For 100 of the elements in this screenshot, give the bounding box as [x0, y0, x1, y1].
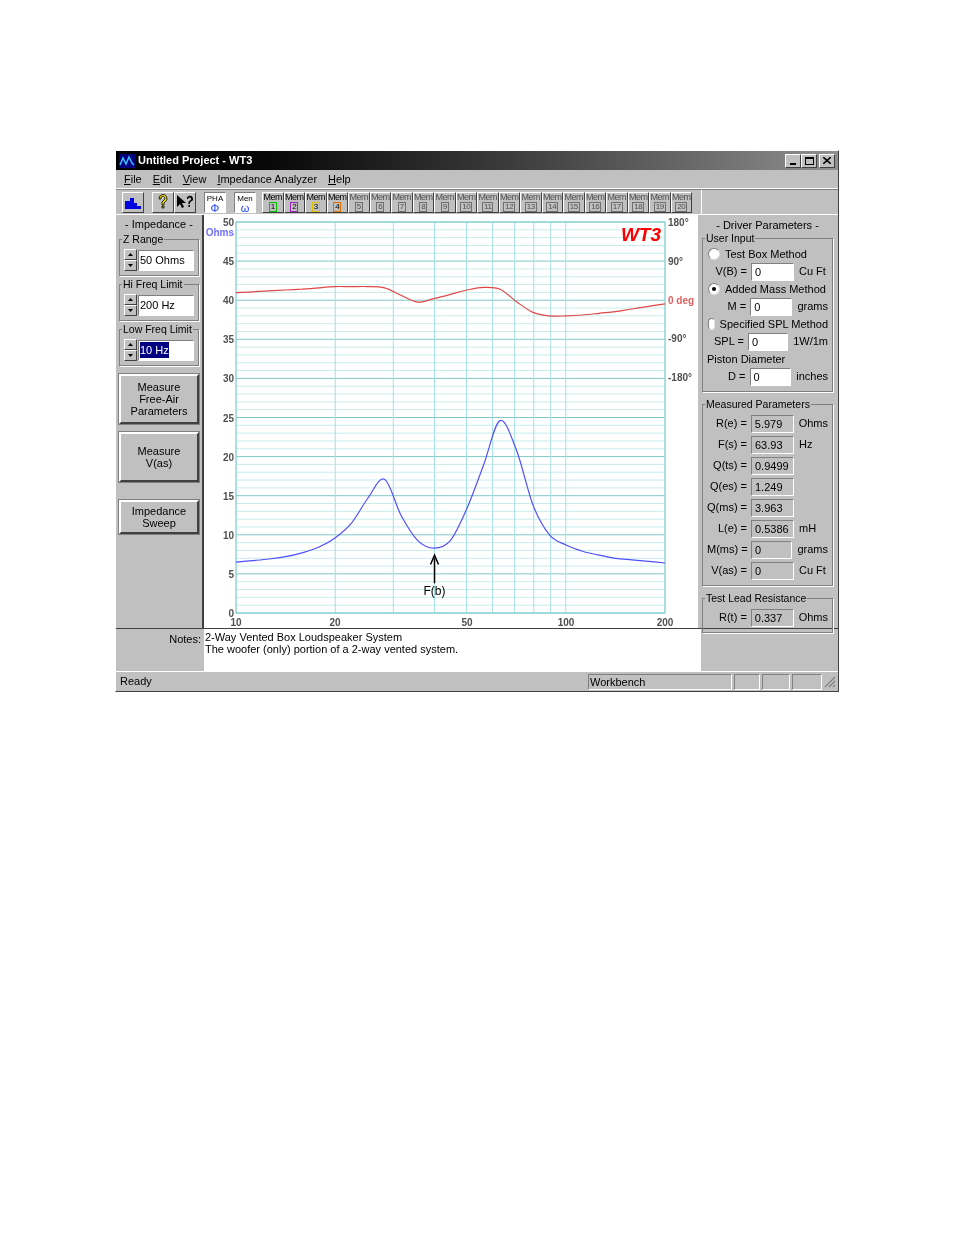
- toolbar-button[interactable]: [174, 191, 196, 213]
- notes-line: The woofer (only) portion of a 2-way vented system.: [205, 643, 460, 655]
- spinner-control[interactable]: [124, 249, 137, 271]
- input-field[interactable]: 0: [751, 262, 794, 281]
- field-label: F(s) =: [716, 437, 748, 453]
- maximize-button[interactable]: [801, 153, 817, 168]
- memory-button[interactable]: Mem 4: [326, 191, 348, 213]
- y-tick-label: 45: [222, 256, 234, 268]
- phase-tick-label: 0 deg: [668, 294, 695, 306]
- radio-button[interactable]: [708, 248, 720, 260]
- x-tick-label: 200: [656, 617, 674, 628]
- input-field[interactable]: 0: [749, 367, 792, 386]
- unit-label: Ohms: [797, 416, 828, 432]
- group-label: User Input: [705, 231, 756, 245]
- radio-button[interactable]: [708, 283, 720, 295]
- value-readout: 0: [751, 561, 794, 580]
- memory-button[interactable]: Mem 1: [262, 191, 284, 213]
- group-label: Measured Parameters: [705, 397, 811, 411]
- resize-grip-icon: [824, 675, 836, 688]
- value-readout: 0: [751, 540, 793, 559]
- unit-label: Hz: [798, 437, 813, 453]
- unit-label: 1W/1m: [792, 334, 828, 350]
- input-field[interactable]: 0: [747, 332, 789, 351]
- spinner-control[interactable]: [124, 294, 137, 316]
- phase-tick-label: 90°: [668, 255, 684, 267]
- minimize-button[interactable]: [785, 153, 801, 168]
- action-button[interactable]: Impedance Sweep: [119, 500, 199, 534]
- menu-item[interactable]: Impedance Analyzer: [217, 171, 318, 188]
- radio-option[interactable]: Test Box Method: [707, 247, 828, 261]
- x-tick-label: 100: [557, 617, 575, 628]
- panel-heading: - Impedance -: [124, 218, 194, 231]
- input-field[interactable]: 50 Ohms: [138, 249, 194, 271]
- mode-button[interactable]: PHA Φ: [204, 191, 226, 213]
- action-button[interactable]: Measure Free-Air Parameters: [119, 374, 199, 424]
- x-tick-label: 10: [230, 617, 242, 628]
- group-label: Test Lead Resistance: [705, 591, 808, 605]
- radio-button[interactable]: [708, 318, 715, 330]
- value-readout: 3.963: [751, 498, 794, 517]
- up-arrow-icon: [128, 253, 133, 256]
- spinner-control[interactable]: [124, 339, 137, 361]
- logo: WT3: [620, 224, 661, 245]
- mode-button[interactable]: Men ω: [234, 191, 256, 213]
- x-tick-label: 50: [461, 617, 473, 628]
- menu-item[interactable]: View: [182, 171, 207, 188]
- y-tick-label: 35: [222, 334, 234, 346]
- toolbar-button[interactable]: [152, 191, 174, 213]
- y-tick-label: 0: [228, 608, 234, 619]
- radio-option[interactable]: Added Mass Method: [707, 282, 828, 296]
- field-label: Q(ms) =: [707, 500, 749, 516]
- input-field[interactable]: 10 Hz: [138, 339, 194, 361]
- y-tick-label: 30: [222, 373, 234, 385]
- value-readout: 63.93: [751, 435, 794, 454]
- action-button[interactable]: Measure V(as): [119, 432, 199, 482]
- value-readout: 1.249: [751, 477, 794, 496]
- notes-label: Notes:: [168, 632, 202, 647]
- panel-heading: - Driver Parameters -: [715, 219, 820, 232]
- unit-label: Cu Ft: [798, 264, 826, 280]
- field-label: D =: [727, 369, 747, 385]
- maximize-icon: [804, 156, 814, 165]
- memory-button[interactable]: Mem 2: [283, 191, 305, 213]
- field-label: M(ms) =: [707, 542, 749, 558]
- status-message: Ready: [119, 674, 153, 690]
- input-field[interactable]: 0: [750, 297, 793, 316]
- group-label: Low Freq Limit: [122, 322, 193, 336]
- down-arrow-icon: [128, 264, 133, 267]
- radio-option[interactable]: Specified SPL Method: [707, 317, 828, 331]
- window-title: Untitled Project - WT3: [138, 153, 253, 169]
- menu-item[interactable]: Help: [328, 171, 351, 188]
- annotation-arrow: [429, 553, 440, 585]
- menu-item[interactable]: Edit: [152, 171, 172, 188]
- unit-label: grams: [796, 299, 828, 315]
- status-pane: [762, 673, 790, 690]
- waveform-icon: [119, 153, 135, 168]
- input-field[interactable]: 200 Hz: [138, 294, 194, 316]
- memory-button[interactable]: Mem 3: [305, 191, 327, 213]
- field-label: M =: [726, 299, 748, 315]
- field-label: SPL =: [713, 334, 745, 350]
- y-tick-label: 20: [222, 451, 234, 463]
- down-arrow-icon: [128, 354, 133, 357]
- toolbar-button[interactable]: [122, 191, 144, 213]
- minimize-icon: [790, 162, 796, 165]
- up-arrow-icon: [128, 343, 133, 346]
- y-tick-label: 25: [222, 412, 234, 424]
- field-label: L(e) =: [716, 521, 748, 537]
- close-button[interactable]: [819, 153, 835, 168]
- value-readout: 5.979: [750, 414, 794, 433]
- status-pane: [734, 673, 760, 690]
- field-label: V(as) =: [710, 563, 748, 579]
- y-tick-label: 50: [222, 217, 234, 228]
- bar-chart-icon: [124, 195, 142, 209]
- field-label: Q(ts) =: [712, 458, 748, 474]
- unit-label: inches: [795, 369, 828, 385]
- y-tick-label: 10: [222, 529, 234, 541]
- notes-line: 2-Way Vented Box Loudspeaker System: [205, 631, 404, 643]
- value-readout: 0.337: [750, 608, 794, 627]
- menu-item[interactable]: File: [124, 171, 142, 188]
- up-arrow-icon: [128, 298, 133, 301]
- question-mark-icon: [157, 194, 169, 210]
- down-arrow-icon: [128, 309, 133, 312]
- notes-area[interactable]: 2-Way Vented Box Loudspeaker System The woofer (only) portion of a 2-way vented system.: [204, 629, 701, 671]
